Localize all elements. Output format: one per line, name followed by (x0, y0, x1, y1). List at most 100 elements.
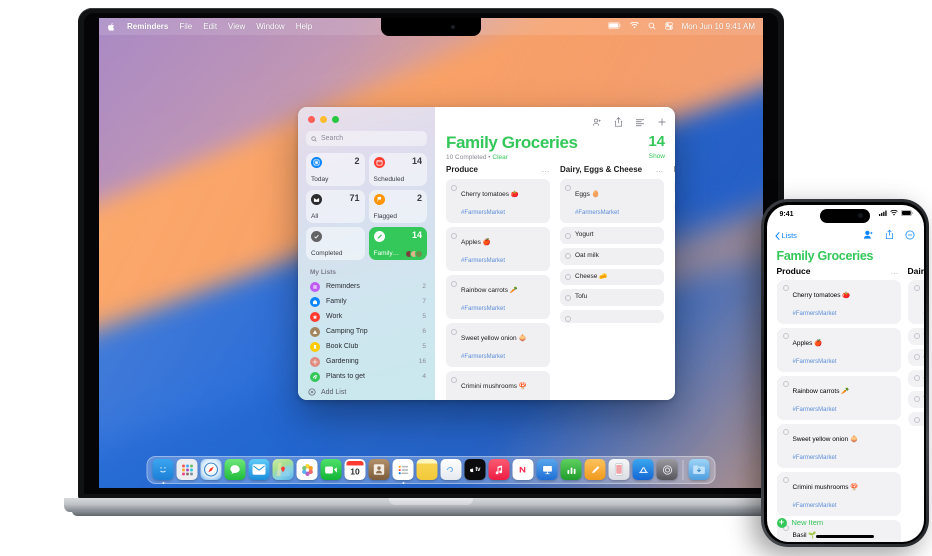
column-menu-icon[interactable]: … (891, 267, 899, 276)
new-reminder-row[interactable] (907, 411, 924, 426)
complete-circle[interactable] (565, 294, 571, 301)
complete-circle[interactable] (565, 253, 571, 260)
dock-app-facetime[interactable] (320, 459, 342, 480)
reminder-item[interactable]: Cheese 🧀 (560, 268, 664, 286)
dock-app-reminders[interactable] (392, 459, 414, 480)
complete-circle[interactable] (782, 477, 789, 483)
sidebar-item-plants-to-get[interactable]: Plants to get 4 (298, 369, 435, 384)
dock-app-freeform[interactable] (440, 459, 462, 480)
home-indicator[interactable] (816, 534, 874, 538)
reminder-item[interactable]: Ch (674, 179, 675, 196)
complete-circle[interactable] (913, 333, 920, 339)
sidebar-item-family[interactable]: Family 7 (298, 294, 435, 309)
reminders-window[interactable]: Search 2 Today 14 Scheduled 71 All 2 Fla… (298, 107, 675, 400)
reminder-item[interactable]: Crimini mushrooms 🍄#FarmersMarket (776, 471, 901, 516)
smart-list-scheduled[interactable]: 14 Scheduled (368, 153, 427, 186)
reminder-item[interactable]: Eggs 🥚 #FarmersMarket (560, 179, 664, 223)
dock-app-system-settings[interactable] (656, 459, 678, 480)
reminder-tag[interactable]: #FarmersMarket (793, 503, 837, 509)
reminder-tag[interactable]: #FarmersMarket (461, 210, 505, 216)
reminder-item[interactable]: Rainbow carrots 🥕 #FarmersMarket (776, 375, 901, 420)
dock-app-messages[interactable] (224, 459, 246, 480)
reminder-tag[interactable]: #FarmersMarket (793, 455, 837, 461)
add-icon[interactable] (657, 114, 667, 132)
list-format-icon[interactable] (635, 114, 645, 132)
add-person-icon[interactable] (592, 114, 602, 132)
battery-icon[interactable] (607, 22, 621, 31)
menu-item-file[interactable]: File (179, 22, 192, 31)
clear-button[interactable]: Clear (492, 154, 508, 161)
add-list-button[interactable]: Add List (298, 388, 435, 396)
reminder-item[interactable]: Che (907, 369, 924, 387)
dock-app-safari[interactable] (200, 459, 222, 480)
minimize-button[interactable] (320, 116, 327, 123)
sidebar-item-reminders[interactable]: Reminders 2 (298, 279, 435, 294)
menu-item-edit[interactable]: Edit (203, 22, 217, 31)
reminder-item[interactable]: Sweet yellow onion 🧅 #FarmersMarket (776, 423, 901, 468)
smart-list-family-groceries[interactable]: 14 Family… (368, 227, 427, 260)
sidebar-item-book-club[interactable]: Book Club 5 (298, 339, 435, 354)
reminder-tag[interactable]: #FarmersMarket (461, 258, 505, 264)
column-menu-icon[interactable]: … (542, 165, 551, 174)
dock-app-iphone-mirroring[interactable] (608, 459, 630, 480)
share-icon[interactable] (885, 227, 894, 245)
menubar-clock[interactable]: Mon Jun 10 9:41 AM (682, 22, 755, 31)
sidebar-item-gardening[interactable]: Gardening 16 (298, 354, 435, 369)
complete-circle[interactable] (451, 280, 457, 287)
reminder-item[interactable]: Yogurt (560, 227, 664, 244)
smart-list-all[interactable]: 71 All (306, 190, 365, 223)
reminder-item[interactable]: Tofu (560, 289, 664, 307)
complete-circle[interactable] (782, 285, 789, 291)
dock-app-pages[interactable] (584, 459, 606, 480)
complete-circle[interactable] (565, 184, 571, 191)
control-center-icon[interactable] (664, 21, 673, 32)
dock-app-calendar[interactable]: 10 (344, 459, 366, 480)
reminder-item[interactable]: Yog (907, 327, 924, 345)
smart-list-completed[interactable]: Completed (306, 227, 365, 260)
dock-app-finder[interactable] (152, 459, 174, 480)
complete-circle[interactable] (913, 417, 920, 424)
dock-app-tv[interactable]: tv (464, 459, 486, 480)
menu-item-reminders[interactable]: Reminders (127, 22, 168, 31)
smart-list-today[interactable]: 2 Today (306, 153, 365, 186)
reminder-item[interactable]: Sweet yellow onion 🧅 #FarmersMarket (446, 323, 550, 367)
complete-circle[interactable] (565, 274, 571, 281)
complete-circle[interactable] (451, 232, 457, 239)
dock-app-photos[interactable] (296, 459, 318, 480)
smart-list-flagged[interactable]: 2 Flagged (368, 190, 427, 223)
complete-circle[interactable] (782, 381, 789, 387)
dock-app-keynote[interactable] (536, 459, 558, 480)
reminder-item[interactable]: Oat (907, 348, 924, 366)
dock-app-numbers[interactable] (560, 459, 582, 480)
search-input[interactable]: Search (306, 131, 427, 146)
reminder-item[interactable]: Tof (907, 390, 924, 408)
reminder-item[interactable]: Cherry tomatoes 🍅 #FarmersMarket (446, 179, 550, 223)
show-completed-button[interactable]: Show (649, 153, 665, 160)
complete-circle[interactable] (782, 333, 789, 339)
complete-circle[interactable] (913, 285, 920, 291)
back-to-lists-button[interactable]: Lists (774, 231, 797, 240)
search-icon[interactable] (648, 22, 656, 32)
apple-logo-icon[interactable] (107, 22, 116, 32)
complete-circle[interactable] (565, 315, 571, 322)
dock-app-mail[interactable] (248, 459, 270, 480)
reminder-tag[interactable]: #FarmersMarket (461, 354, 505, 360)
wifi-icon[interactable] (629, 21, 639, 31)
complete-circle[interactable] (913, 396, 920, 403)
column-menu-icon[interactable]: … (656, 165, 665, 174)
menu-item-view[interactable]: View (228, 22, 245, 31)
reminder-item[interactable]: Egg#Fa (907, 279, 924, 324)
sidebar-item-camping-trip[interactable]: Camping Trip 6 (298, 324, 435, 339)
reminder-item[interactable]: Cherry tomatoes 🍅 #FarmersMarket (776, 279, 901, 324)
close-button[interactable] (308, 116, 315, 123)
zoom-button[interactable] (332, 116, 339, 123)
window-traffic-lights[interactable] (298, 107, 435, 123)
complete-circle[interactable] (913, 375, 920, 382)
new-reminder-row[interactable] (674, 199, 675, 213)
reminder-item[interactable]: Crimini mushrooms 🍄#FarmersMarket (446, 371, 550, 400)
dock-app-app-store[interactable] (632, 459, 654, 480)
complete-circle[interactable] (565, 232, 571, 239)
reminder-item[interactable]: Oat milk (560, 247, 664, 265)
dock-app-notes[interactable] (416, 459, 438, 480)
dock-app-maps[interactable] (272, 459, 294, 480)
